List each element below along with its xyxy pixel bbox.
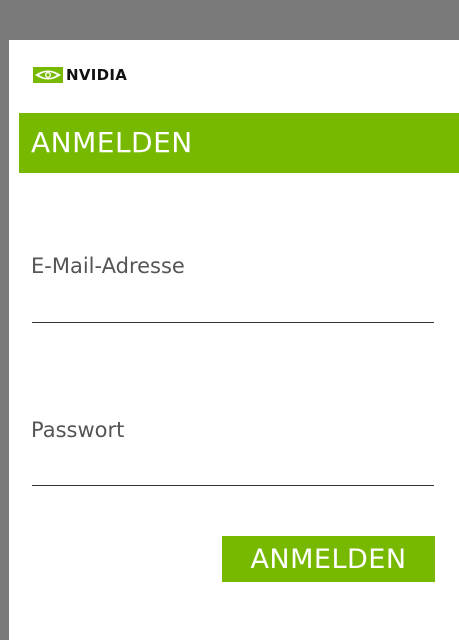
nvidia-eye-icon xyxy=(33,67,63,83)
login-dialog: NVIDIA ANMELDEN E-Mail-Adresse Passwort … xyxy=(9,40,459,640)
top-overlay-bar xyxy=(0,0,459,40)
logo-wordmark: NVIDIA xyxy=(66,66,128,84)
login-button[interactable]: ANMELDEN xyxy=(222,536,435,582)
page-title: ANMELDEN xyxy=(31,126,193,159)
password-label: Passwort xyxy=(31,418,125,442)
header-band: ANMELDEN xyxy=(19,113,459,173)
email-field[interactable] xyxy=(32,294,434,323)
password-field[interactable] xyxy=(32,457,434,486)
left-overlay-rail xyxy=(0,40,9,640)
login-page: NVIDIA ANMELDEN E-Mail-Adresse Passwort … xyxy=(0,0,459,640)
nvidia-logo: NVIDIA xyxy=(33,64,127,86)
email-label: E-Mail-Adresse xyxy=(31,254,185,278)
